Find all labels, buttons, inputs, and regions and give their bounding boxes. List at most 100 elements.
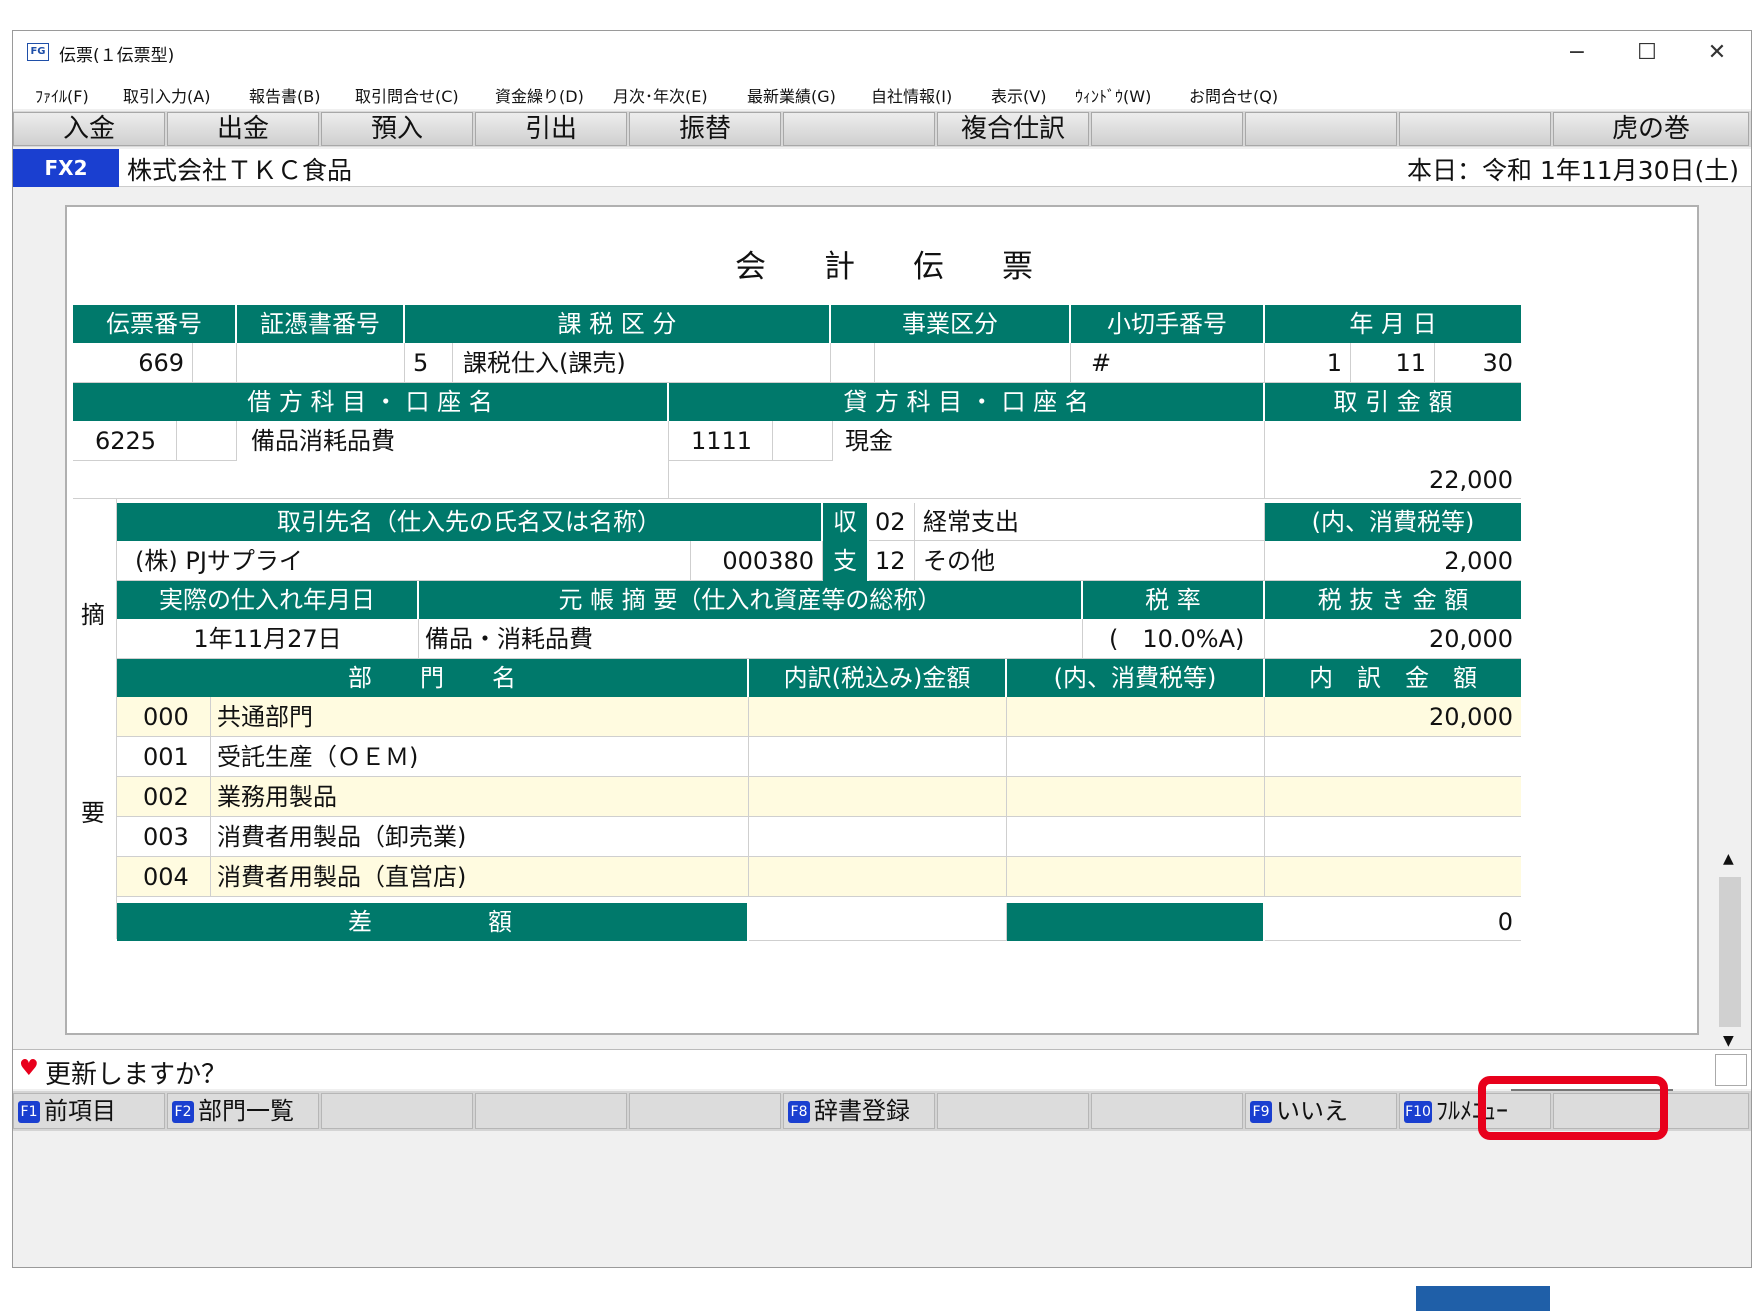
f5-blank [629,1093,781,1129]
voucher-number-field[interactable] [237,343,405,383]
check-number-field[interactable]: # [1071,343,1265,383]
transaction-amount-field[interactable]: 22,000 [1265,461,1521,499]
menu-view[interactable]: 表示(V) [991,83,1046,107]
income-code-field[interactable]: 02 [869,503,915,541]
department-name: 共通部門 [211,697,749,737]
department-tax[interactable] [1007,817,1265,857]
difference-blank [749,903,1007,941]
menu-window[interactable]: ｳｨﾝﾄﾞｳ(W) [1075,83,1151,107]
header-tax-category: 課 税 区 分 [405,305,831,343]
credit-code-field[interactable]: 1111 [669,421,773,461]
fkey-compound-entry[interactable]: 複合仕訳 [937,112,1089,146]
fkey-tiger-scroll[interactable]: 虎の巻 [1553,112,1749,146]
voucher-title: 会計伝票 [735,249,1091,285]
expense-code-field[interactable]: 12 [869,541,915,581]
debit-code-extra[interactable] [177,421,237,461]
maximize-button[interactable]: ☐ [1617,33,1677,73]
header-slip-number: 伝票番号 [73,305,237,343]
menu-file[interactable]: ﾌｧｲﾙ(F) [35,83,89,107]
fkey-deposit[interactable]: 入金 [13,112,165,146]
department-tax-incl[interactable] [749,817,1007,857]
header-breakdown-tax-incl: 内訳(税込み)金額 [749,659,1007,697]
debit-code-field[interactable]: 6225 [73,421,177,461]
department-name: 業務用製品 [211,777,749,817]
header-actual-purchase-date: 実際の仕入れ年月日 [117,581,419,619]
business-code-field[interactable] [831,343,875,383]
header-ledger-description: 元 帳 摘 要（仕入れ資産等の総称） [419,581,1083,619]
header-department-name: 部 門 名 [117,659,749,697]
tax-category-name: 課税仕入(課売) [453,343,831,383]
date-month-field[interactable]: 11 [1351,343,1435,383]
menu-transaction-inquiry[interactable]: 取引問合せ(C) [355,83,459,107]
partner-name-field[interactable]: (株) PJサプライ [117,541,691,581]
department-scrollbar[interactable]: ▲ ▼ [1715,847,1745,1057]
f3-blank [321,1093,473,1129]
partner-code-field[interactable]: 000380 [691,541,823,581]
scroll-up-icon[interactable]: ▲ [1723,851,1734,867]
f1-key-icon: F1 [18,1101,40,1123]
date-year-field[interactable]: 1 [1265,343,1351,383]
menu-cash-flow[interactable]: 資金繰り(D) [495,83,584,107]
header-debit-account: 借 方 科 目 ・ 口 座 名 [73,383,669,421]
company-name: 株式会社ＴＫＣ食品 [127,156,353,185]
department-amount[interactable] [1265,817,1521,857]
actual-purchase-date-field[interactable]: 1年11月27日 [117,619,419,659]
summary-label-bottom: 要 [81,799,105,827]
header-breakdown-tax: (内、消費税等) [1007,659,1265,697]
ledger-description-field[interactable]: 備品・消耗品費 [419,619,1083,659]
net-amount-field[interactable]: 20,000 [1265,619,1521,659]
menu-monthly-yearly[interactable]: 月次･年次(E) [613,83,708,107]
message-input[interactable] [1715,1054,1747,1086]
department-tax[interactable] [1007,777,1265,817]
department-tax[interactable] [1007,697,1265,737]
fkey-bank-withdrawal[interactable]: 引出 [475,112,627,146]
credit-account-name: 現金 [833,421,1265,461]
department-tax-incl[interactable] [749,737,1007,777]
slip-number-extra[interactable] [193,343,237,383]
tax-rate-field[interactable]: ( 10.0%A) [1083,619,1265,659]
department-tax-incl[interactable] [749,857,1007,897]
header-check-number: 小切手番号 [1071,305,1265,343]
summary-label-top: 摘 [81,601,105,629]
fkey-withdrawal[interactable]: 出金 [167,112,319,146]
f9-no-button[interactable]: F9 いいえ [1245,1093,1397,1129]
department-tax-incl[interactable] [749,777,1007,817]
ok-highlight-box [1478,1076,1668,1140]
menu-inquiry[interactable]: お問合せ(Q) [1189,83,1278,107]
department-tax-incl[interactable] [749,697,1007,737]
menu-company-info[interactable]: 自社情報(I) [871,83,952,107]
credit-subline [669,461,1265,499]
f2-key-icon: F2 [172,1101,194,1123]
close-button[interactable]: ✕ [1687,33,1747,73]
department-tax[interactable] [1007,857,1265,897]
menu-bar: ﾌｧｲﾙ(F) 取引入力(A) 報告書(B) 取引問合せ(C) 資金繰り(D) … [13,75,1751,109]
department-amount[interactable] [1265,737,1521,777]
header-date: 年 月 日 [1265,305,1521,343]
f2-department-list-button[interactable]: F2 部門一覧 [167,1093,319,1129]
slip-number-field[interactable]: 669 [73,343,193,383]
menu-latest-performance[interactable]: 最新業績(G) [747,83,836,107]
fkey-transfer[interactable]: 振替 [629,112,781,146]
function-key-row: 入金 出金 預入 引出 振替 複合仕訳 虎の巻 [13,111,1751,147]
department-tax[interactable] [1007,737,1265,777]
amount-spacer [1265,421,1521,461]
scroll-thumb[interactable] [1719,877,1741,1027]
menu-reports[interactable]: 報告書(B) [249,83,320,107]
department-amount[interactable] [1265,777,1521,817]
department-amount[interactable]: 20,000 [1265,697,1521,737]
difference-value: 0 [1265,903,1521,941]
department-code: 001 [117,737,211,777]
department-amount[interactable] [1265,857,1521,897]
tax-code-field[interactable]: 5 [405,343,453,383]
f1-prev-item-button[interactable]: F1 前項目 [13,1093,165,1129]
date-day-field[interactable]: 30 [1435,343,1521,383]
f8-dictionary-button[interactable]: F8 辞書登録 [783,1093,935,1129]
credit-code-extra[interactable] [773,421,833,461]
scroll-down-icon[interactable]: ▼ [1723,1033,1734,1049]
fkey-bank-deposit[interactable]: 預入 [321,112,473,146]
consumption-tax-field[interactable]: 2,000 [1265,541,1521,581]
department-name: 受託生産（ＯＥＭ) [211,737,749,777]
header-voucher-number: 証憑書番号 [237,305,405,343]
menu-transaction-entry[interactable]: 取引入力(A) [123,83,210,107]
minimize-button[interactable]: − [1547,33,1607,73]
